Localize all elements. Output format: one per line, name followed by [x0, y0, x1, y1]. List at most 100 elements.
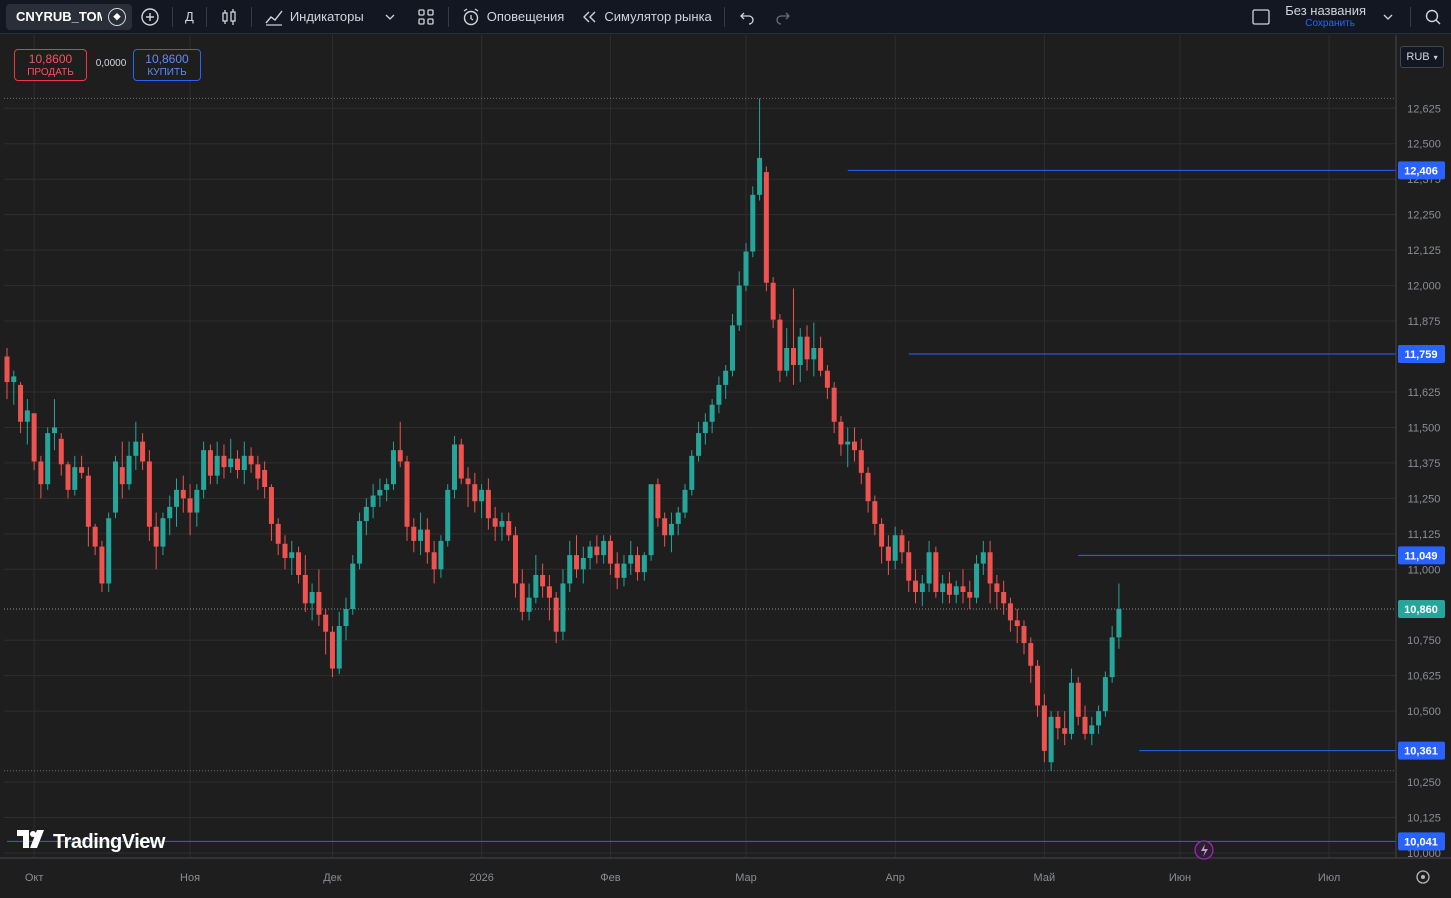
- candle-body: [262, 470, 268, 488]
- candle-body: [974, 563, 980, 598]
- layout-button[interactable]: Без названия Сохранить: [1243, 0, 1406, 34]
- layout-name: Без названия: [1285, 3, 1366, 18]
- last-price-label: 10,860: [1404, 604, 1438, 616]
- time-tick-label: Дек: [323, 872, 342, 884]
- candle-body: [241, 455, 247, 470]
- candle-body: [451, 444, 457, 490]
- candle-body: [574, 555, 580, 570]
- time-tick-label: Май: [1034, 872, 1056, 884]
- indicators-button[interactable]: Индикаторы: [256, 0, 372, 34]
- price-tick-label: 10,625: [1407, 671, 1441, 683]
- indicators-label: Индикаторы: [289, 9, 364, 24]
- candle-body: [702, 421, 708, 434]
- candle-body: [635, 555, 641, 573]
- divider: [205, 6, 207, 27]
- candle-body: [580, 557, 586, 570]
- candle-body: [228, 458, 234, 468]
- price-tick-label: 11,875: [1408, 316, 1441, 328]
- candle-body: [357, 521, 363, 564]
- redo-button[interactable]: [765, 0, 801, 34]
- templates-button[interactable]: [408, 0, 444, 34]
- chart-type-button[interactable]: [211, 0, 247, 34]
- price-tick-label: 12,500: [1407, 139, 1441, 151]
- quick-search-button[interactable]: [1415, 0, 1451, 34]
- candle-body: [641, 555, 647, 573]
- candle-body: [268, 487, 274, 524]
- price-tick-label: 11,000: [1408, 564, 1441, 576]
- interval-button[interactable]: Д: [177, 0, 202, 34]
- compare-button[interactable]: [132, 0, 168, 34]
- candle-body: [940, 583, 946, 592]
- layout-save-link[interactable]: Сохранить: [1285, 18, 1355, 30]
- candle-body: [506, 521, 512, 536]
- candle-body: [797, 336, 803, 366]
- candle-body: [892, 535, 898, 561]
- candle-body: [24, 410, 30, 422]
- candle-body: [621, 563, 627, 578]
- candle-body: [58, 438, 64, 465]
- indicators-icon: [264, 7, 284, 27]
- buy-price: 10,8600: [145, 52, 189, 66]
- divider: [250, 6, 252, 27]
- candle-body: [363, 506, 369, 522]
- gear-icon-center: [1421, 875, 1425, 879]
- plus-circle-icon: [140, 7, 160, 27]
- candle-body: [648, 484, 654, 556]
- price-tick-label: 10,500: [1407, 706, 1441, 718]
- candle-body: [784, 348, 790, 371]
- candle-body: [790, 348, 796, 366]
- price-chart[interactable]: 12,62512,50012,37512,25012,12512,00011,8…: [0, 35, 1451, 893]
- candle-body: [614, 563, 620, 578]
- candle-body: [31, 413, 37, 462]
- indicators-dropdown[interactable]: [372, 0, 408, 34]
- candle-body: [431, 552, 437, 570]
- candle-body: [11, 376, 17, 383]
- candle-body: [140, 441, 146, 462]
- divider: [1410, 7, 1411, 27]
- candle-body: [112, 461, 118, 513]
- time-tick-label: Июн: [1169, 872, 1191, 884]
- alarm-clock-icon: [461, 7, 481, 27]
- candle-body: [72, 467, 78, 490]
- tradingview-logo[interactable]: TradingView: [17, 830, 165, 854]
- alerts-button[interactable]: Оповещения: [453, 0, 573, 34]
- candle-body: [336, 626, 342, 669]
- candle-body: [79, 467, 85, 473]
- currency-label: RUB: [1406, 51, 1430, 63]
- candle-body: [607, 540, 613, 564]
- candle-body: [594, 546, 600, 556]
- candle-body: [221, 455, 227, 468]
- candle-body: [485, 489, 491, 519]
- candle-body: [662, 518, 668, 536]
- candle-body: [404, 461, 410, 527]
- candle-body: [160, 518, 166, 547]
- chart-area[interactable]: 12,625 12,500 12,375 12,250 12,125 12,000 11,8…: [0, 35, 1451, 893]
- candle-body: [1075, 682, 1081, 717]
- candle-body: [1055, 716, 1061, 729]
- candle-body: [479, 489, 485, 502]
- sell-button[interactable]: 10,8600 ПРОДАТЬ: [14, 49, 87, 81]
- candle-body: [85, 475, 91, 527]
- replay-button[interactable]: Симулятор рынка: [572, 0, 719, 34]
- candle-body: [174, 489, 179, 507]
- candle-body: [133, 441, 139, 456]
- divider: [172, 6, 173, 27]
- buy-button[interactable]: 10,8600 КУПИТЬ: [133, 49, 201, 81]
- candle-body: [424, 529, 430, 553]
- symbol-search-button[interactable]: CNYRUB_TOM ◆: [6, 3, 132, 30]
- price-tick-label: 10,250: [1407, 777, 1441, 789]
- undo-button[interactable]: [729, 0, 765, 34]
- top-toolbar: CNYRUB_TOM ◆ Д Индикаторы Оповещения Сим…: [0, 0, 1451, 34]
- candle-body: [1048, 716, 1054, 763]
- grid-icon: [416, 7, 436, 27]
- chevron-down-icon: [380, 7, 400, 27]
- candle-body: [696, 433, 702, 456]
- chevron-down-icon: ▾: [1433, 52, 1438, 62]
- time-tick-label: Ноя: [180, 872, 200, 884]
- candle-body: [207, 450, 213, 476]
- candle-body: [933, 552, 939, 592]
- price-tick-label: 12,125: [1407, 245, 1441, 257]
- candle-body: [709, 404, 715, 422]
- currency-button[interactable]: RUB ▾: [1400, 46, 1444, 68]
- candle-body: [736, 285, 742, 326]
